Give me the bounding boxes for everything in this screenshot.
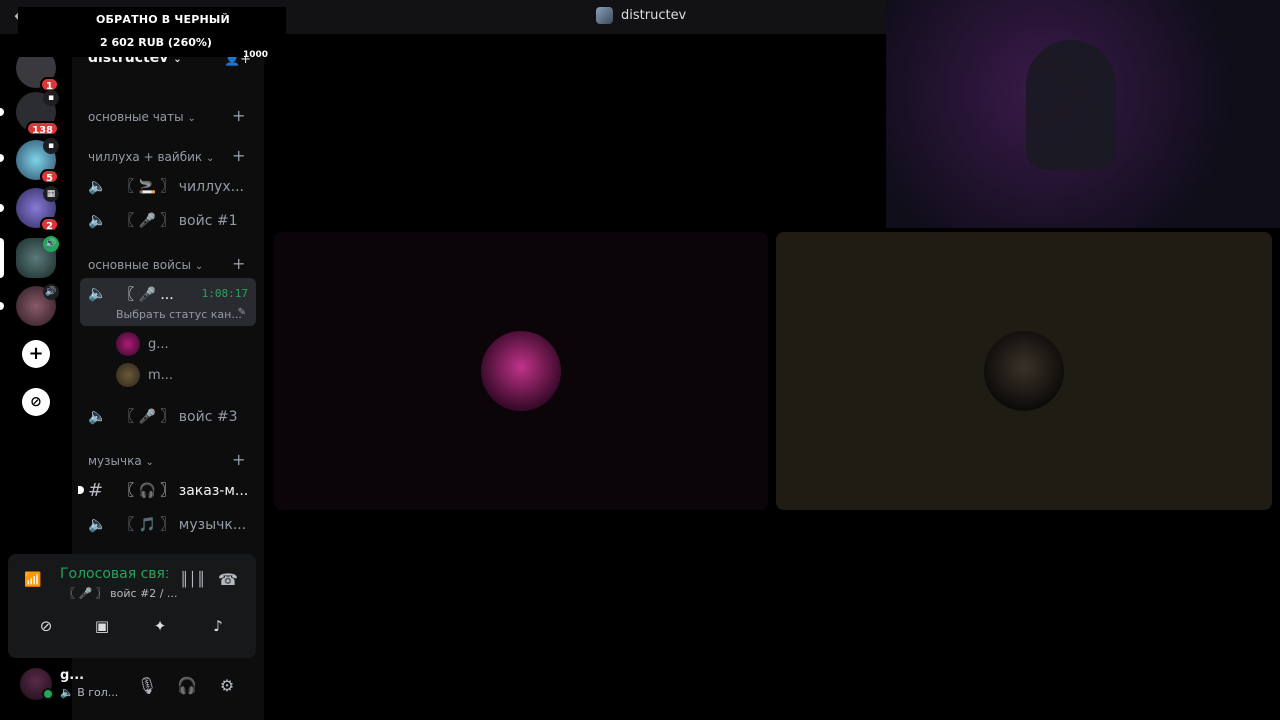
channel-voice-2-active[interactable]: 🔈 〖 🎤 ... 1:08:17 Выбрать статус кан... … bbox=[80, 278, 256, 326]
add-channel-icon[interactable]: + bbox=[232, 450, 245, 469]
settings-gear-icon[interactable]: ⚙ bbox=[213, 672, 241, 700]
voice-connected-label: Голосовая связ bbox=[60, 566, 168, 582]
category-main-voices[interactable]: основные войсы ⌄ bbox=[88, 258, 203, 272]
unread-badge: 5 bbox=[40, 169, 59, 184]
server-icon-2[interactable]: ▪ 138 bbox=[16, 90, 59, 136]
discover-icon[interactable]: ⊘ bbox=[22, 388, 50, 416]
speaker-icon: 🔊 bbox=[43, 284, 59, 300]
voice-channel-path[interactable]: 〖 🎤 〗 войс #2 / ... bbox=[64, 585, 178, 601]
user-panel: g... 🔈 В гол... 🎙 🎧 ⚙ bbox=[8, 660, 256, 712]
channel-voice-1[interactable]: 🔈 〖 🎤 〗 войс #1 bbox=[80, 205, 256, 235]
category-label: музычка bbox=[88, 454, 142, 468]
channel-name: 〖 🎤 ... bbox=[120, 287, 174, 303]
unread-pill bbox=[0, 154, 4, 162]
selected-pill bbox=[0, 238, 4, 278]
category-label: основные войсы bbox=[88, 258, 192, 272]
speaker-icon: 🔈 bbox=[88, 407, 107, 425]
voice-call-area bbox=[264, 0, 1280, 720]
channel-name: 〖 🎤 〗 войс #1 bbox=[120, 213, 238, 229]
online-status-icon bbox=[42, 688, 54, 700]
overlay-goal-title: ОБРАТНО В ЧЕРНЫЙ bbox=[96, 13, 230, 26]
voice-user[interactable]: g... bbox=[116, 332, 169, 356]
channel-chill[interactable]: 🔈 〖 🚬 〗 чиллух... bbox=[80, 171, 256, 201]
overlay-goal-target: 1000 bbox=[243, 50, 269, 60]
unread-badge: 138 bbox=[26, 121, 59, 136]
speaker-icon: 🔈 bbox=[88, 177, 107, 195]
webcam-overlay bbox=[886, 0, 1280, 228]
chat-icon: ▪ bbox=[43, 90, 59, 106]
server-icon-4[interactable]: ▦ 2 bbox=[16, 186, 59, 232]
avatar bbox=[116, 332, 140, 356]
add-channel-icon[interactable]: + bbox=[232, 254, 245, 273]
server-icon-3[interactable]: ▪ 5 bbox=[16, 138, 59, 184]
add-channel-icon[interactable]: + bbox=[232, 106, 245, 125]
hash-icon: # bbox=[88, 479, 104, 501]
add-channel-icon[interactable]: + bbox=[232, 146, 245, 165]
channel-name: 〖 🎵 〗 музычк... bbox=[120, 517, 247, 533]
screen-share-button[interactable]: ▣ bbox=[76, 610, 128, 642]
unread-pill bbox=[0, 204, 4, 212]
speaker-icon: 🔈 bbox=[60, 686, 74, 699]
channel-name: 〖 🎧 〗 заказ-м... bbox=[120, 483, 249, 499]
voice-user-name: m... bbox=[148, 367, 174, 383]
headphones-icon[interactable]: 🎧 bbox=[173, 672, 201, 700]
participant-tile[interactable] bbox=[274, 232, 768, 510]
user-name[interactable]: g... bbox=[60, 668, 84, 683]
chat-icon: ▪ bbox=[43, 138, 59, 154]
avatar bbox=[116, 363, 140, 387]
chevron-down-icon: ⌄ bbox=[194, 261, 204, 272]
server-icon-distructev[interactable]: 🔊 bbox=[16, 236, 59, 278]
avatar bbox=[984, 331, 1064, 411]
chevron-down-icon: ⌄ bbox=[145, 457, 154, 468]
chevron-down-icon: ⌄ bbox=[205, 153, 215, 164]
unread-pill bbox=[0, 108, 4, 116]
disconnect-icon[interactable]: ☎ bbox=[218, 570, 238, 589]
add-server-icon[interactable]: + bbox=[22, 340, 50, 368]
speaker-icon: 🔈 bbox=[88, 515, 107, 533]
channel-voice-3[interactable]: 🔈 〖 🎤 〗 войс #3 bbox=[80, 401, 256, 431]
speaker-icon: 🔊 bbox=[43, 236, 59, 252]
microphone-icon[interactable]: 🎙 bbox=[133, 672, 161, 700]
avatar bbox=[481, 331, 561, 411]
category-label: основные чаты bbox=[88, 110, 184, 124]
speaker-icon: 🔈 bbox=[88, 211, 107, 229]
channel-status[interactable]: Выбрать статус кан... bbox=[116, 308, 242, 321]
server-icon-6[interactable]: 🔊 bbox=[16, 284, 59, 326]
voice-timer: 1:08:17 bbox=[201, 287, 248, 300]
webcam-person bbox=[1026, 40, 1116, 170]
voice-user[interactable]: m... bbox=[116, 363, 173, 387]
unread-pill bbox=[0, 302, 4, 310]
unread-indicator bbox=[78, 486, 84, 494]
activities-button[interactable]: ✦ bbox=[134, 610, 186, 642]
noise-suppression-icon[interactable]: ║│║ bbox=[180, 572, 205, 588]
channel-name: 〖 🚬 〗 чиллух... bbox=[120, 179, 244, 195]
user-status-text: В гол... bbox=[77, 686, 119, 699]
voice-connection-panel: 📶 Голосовая связ 〖 🎤 〗 войс #2 / ... ║│║… bbox=[8, 554, 256, 658]
category-label: чиллуха + вайбик bbox=[88, 150, 203, 164]
chevron-down-icon: ⌄ bbox=[187, 113, 196, 124]
calendar-icon: ▦ bbox=[43, 186, 59, 202]
voice-user-name: g... bbox=[148, 336, 169, 352]
pencil-icon[interactable]: ✎ bbox=[238, 307, 246, 318]
channel-music-voice[interactable]: 🔈 〖 🎵 〗 музычк... bbox=[80, 509, 256, 539]
window-title: distructev bbox=[596, 7, 686, 24]
signal-icon[interactable]: 📶 bbox=[24, 572, 41, 588]
camera-off-button[interactable]: ⊘ bbox=[20, 610, 72, 642]
participant-tile[interactable] bbox=[776, 232, 1272, 510]
category-chill[interactable]: чиллуха + вайбик ⌄ bbox=[88, 150, 214, 164]
speaker-icon: 🔈 bbox=[88, 284, 107, 302]
overlay-goal-amount: 2 602 RUB (260%) bbox=[100, 36, 212, 49]
unread-badge: 2 bbox=[40, 217, 59, 232]
window-title-text: distructev bbox=[621, 8, 687, 23]
category-main-chats[interactable]: основные чаты ⌄ bbox=[88, 110, 196, 124]
server-icon bbox=[596, 7, 613, 24]
soundboard-button[interactable]: ♪ bbox=[192, 610, 244, 642]
channel-music-orders[interactable]: # 〖 🎧 〗 заказ-м... bbox=[78, 475, 256, 505]
category-music[interactable]: музычка ⌄ bbox=[88, 454, 154, 468]
user-status: 🔈 В гол... bbox=[60, 686, 118, 699]
channel-name: 〖 🎤 〗 войс #3 bbox=[120, 409, 238, 425]
